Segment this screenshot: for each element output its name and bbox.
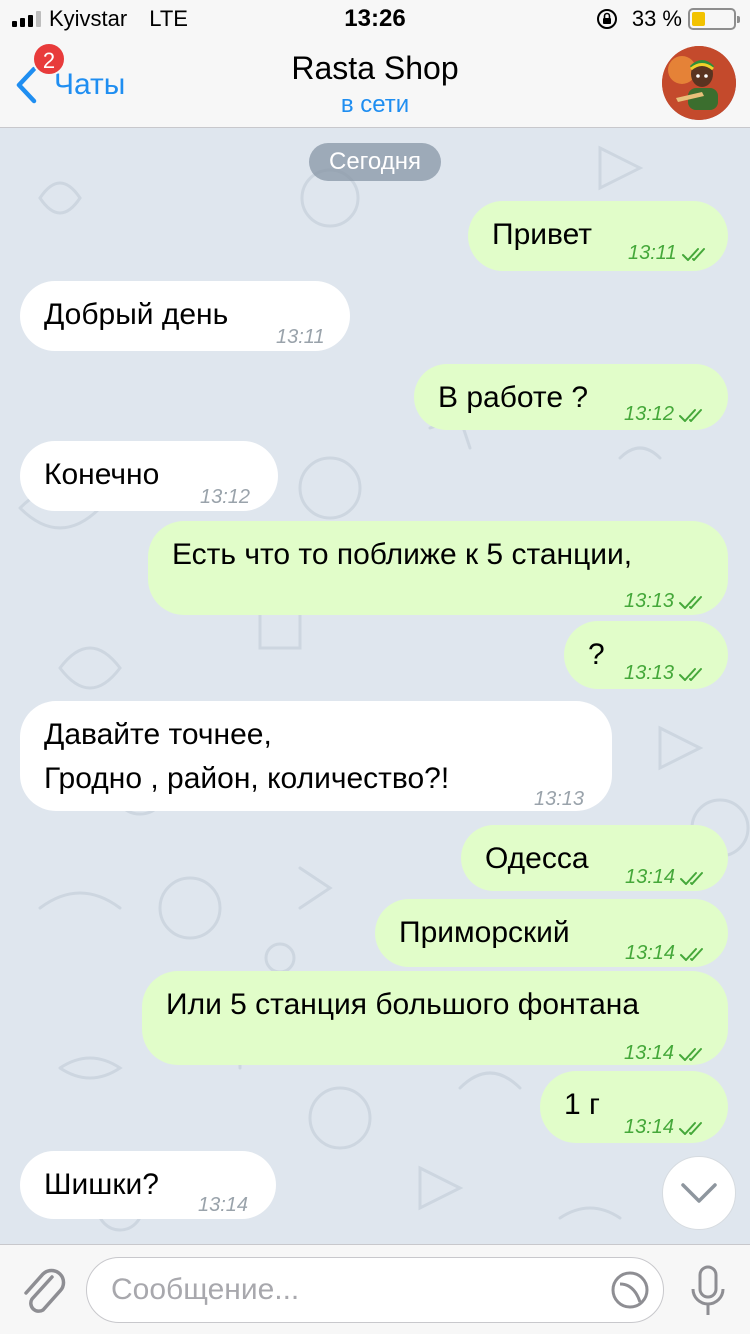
outgoing-message[interactable]: Одесса 13:14	[461, 825, 728, 891]
message-time-text: 13:13	[624, 590, 675, 612]
message-time: 13:13	[534, 777, 584, 821]
outgoing-message[interactable]: Есть что то поближе к 5 станции, 13:13	[148, 521, 728, 615]
scroll-down-button[interactable]	[662, 1156, 736, 1230]
double-check-icon	[680, 871, 704, 885]
outgoing-message[interactable]: Привет 13:11	[468, 201, 728, 271]
double-check-icon	[680, 947, 704, 961]
message-time-text: 13:11	[276, 326, 325, 348]
incoming-message[interactable]: Конечно 13:12	[20, 441, 278, 511]
outgoing-message[interactable]: Приморский 13:14	[375, 899, 728, 967]
message-time-text: 13:11	[628, 242, 677, 264]
double-check-icon	[679, 667, 703, 681]
message-time-text: 13:13	[534, 788, 585, 810]
rotation-lock-icon	[596, 9, 617, 29]
outgoing-message[interactable]: В работе ? 13:12	[414, 364, 728, 430]
message-time: 13:14	[624, 1031, 708, 1075]
message-list[interactable]: Сегодня Привет 13:11 Добрый день 13:11 В раб…	[0, 128, 750, 1244]
double-check-icon	[679, 408, 703, 422]
chat-status: в сети	[340, 91, 410, 118]
message-time-text: 13:14	[625, 866, 676, 888]
double-check-icon	[679, 1121, 703, 1135]
double-check-icon	[679, 1047, 703, 1061]
message-time: 13:14	[198, 1183, 248, 1227]
message-time-text: 13:14	[624, 1042, 675, 1064]
message-time-text: 13:14	[198, 1194, 249, 1216]
status-right: 33 %	[596, 6, 740, 32]
incoming-message[interactable]: Добрый день 13:11	[20, 281, 350, 351]
message-time: 13:12	[200, 475, 250, 519]
message-time: 13:11	[276, 315, 325, 359]
message-text: Давайте точнее, Гродно , район, количест…	[44, 718, 450, 795]
battery-icon	[688, 8, 740, 30]
battery-percent: 33 %	[631, 6, 682, 31]
message-input[interactable]	[86, 1257, 664, 1323]
double-check-icon	[679, 595, 703, 609]
message-time: 13:14	[625, 855, 709, 899]
composer	[0, 1244, 750, 1334]
incoming-message[interactable]: Шишки? 13:14	[20, 1151, 276, 1219]
outgoing-message[interactable]: Или 5 станция большого фонтана 13:14	[142, 971, 728, 1065]
status-bar: Kyivstar LTE 13:26 33 %	[0, 0, 750, 40]
chat-title[interactable]: Rasta Shop	[0, 50, 750, 87]
message-time: 13:14	[625, 931, 709, 975]
chat-header: Чаты 2 Rasta Shop в сети	[0, 40, 750, 128]
microphone-icon[interactable]	[688, 1263, 728, 1319]
message-time-text: 13:13	[624, 662, 675, 684]
sticker-icon[interactable]	[610, 1270, 650, 1310]
avatar-image	[662, 46, 736, 120]
double-check-icon	[681, 247, 705, 261]
outgoing-message[interactable]: 1 г 13:14	[540, 1071, 728, 1143]
incoming-message[interactable]: Давайте точнее, Гродно , район, количест…	[20, 701, 612, 811]
message-time: 13:14	[624, 1105, 708, 1149]
date-divider: Сегодня	[309, 143, 441, 181]
message-time-text: 13:12	[200, 486, 251, 508]
message-time: 13:13	[624, 651, 708, 695]
message-text: Или 5 станция большого фонтана	[166, 988, 640, 1021]
message-text: Есть что то поближе к 5 станции,	[172, 538, 633, 571]
outgoing-message[interactable]: ? 13:13	[564, 621, 728, 689]
message-time-text: 13:14	[624, 1116, 675, 1138]
chevron-down-icon	[681, 1183, 717, 1203]
message-time-text: 13:14	[625, 942, 676, 964]
message-time: 13:12	[624, 392, 708, 436]
paperclip-icon[interactable]	[18, 1263, 68, 1319]
message-time: 13:11	[628, 231, 711, 275]
avatar[interactable]	[662, 46, 736, 120]
message-time: 13:13	[624, 579, 708, 623]
message-time-text: 13:12	[624, 403, 675, 425]
